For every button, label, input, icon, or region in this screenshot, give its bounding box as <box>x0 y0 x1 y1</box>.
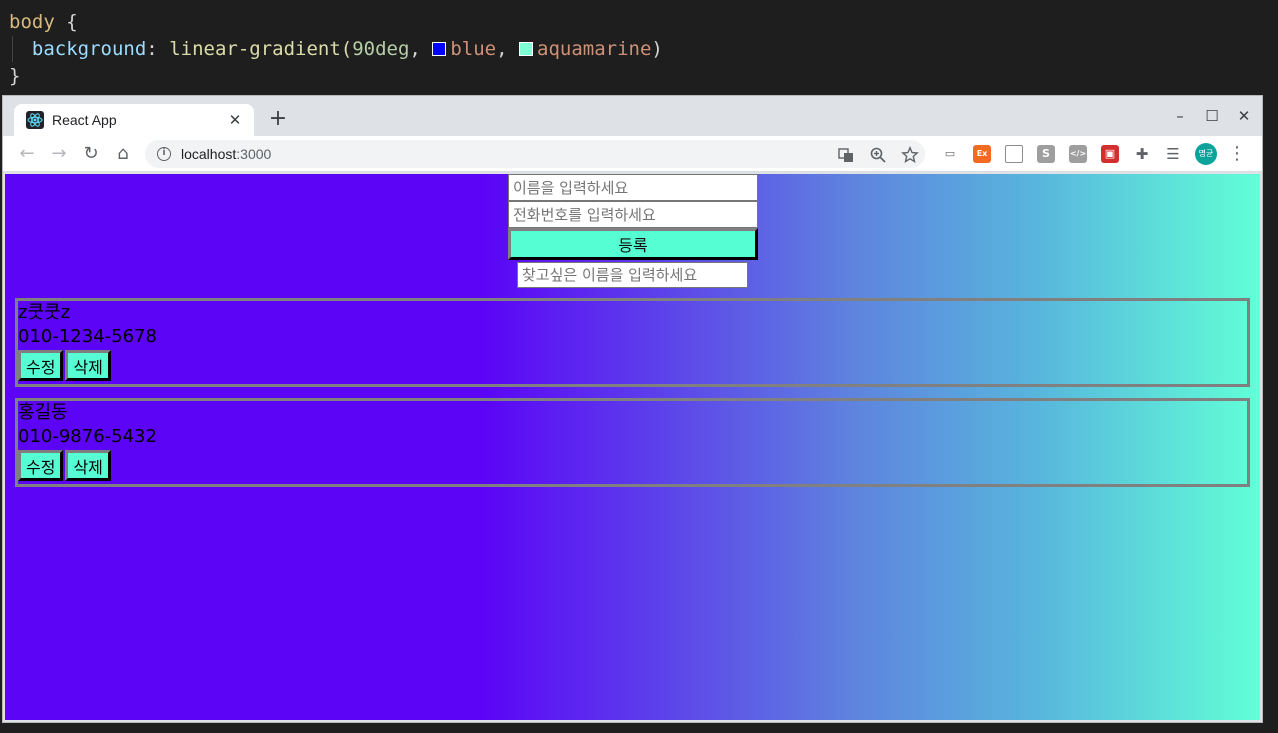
reload-icon[interactable]: ↻ <box>77 140 105 168</box>
css-function: linear-gradient( <box>169 38 353 60</box>
contact-actions: 수정 삭제 <box>18 450 1247 481</box>
color-swatch-blue[interactable] <box>432 42 447 56</box>
address-bar[interactable]: i localhost:3000 <box>145 140 925 168</box>
code-editor: body { background: linear-gradient(90deg… <box>0 0 1278 95</box>
delete-button[interactable]: 삭제 <box>65 350 111 381</box>
contact-form: 등록 <box>508 174 758 260</box>
page-viewport: 등록 z쿳쿳z 010-1234-5678 수정 삭제 홍길동 010-9876… <box>5 174 1260 720</box>
code-extension-icon[interactable]: </> <box>1069 145 1087 163</box>
url-host: localhost <box>181 146 237 162</box>
puzzle-extensions-icon[interactable]: ✚ <box>1133 145 1151 163</box>
window-extension-icon[interactable] <box>1005 145 1023 163</box>
contact-card: 홍길동 010-9876-5432 수정 삭제 <box>15 398 1250 487</box>
code-line-3: } <box>9 63 20 89</box>
home-icon[interactable]: ⌂ <box>109 140 137 168</box>
code-line-1: body { <box>9 9 78 35</box>
edit-button[interactable]: 수정 <box>18 450 64 481</box>
translate-icon[interactable] <box>837 146 855 164</box>
contact-name: 홍길동 <box>18 402 68 423</box>
css-property: background <box>31 38 147 60</box>
search-input[interactable] <box>517 262 748 288</box>
browser-window: React App ✕ + – ☐ ✕ ← → ↻ ⌂ i localhost:… <box>2 95 1263 723</box>
css-selector: body <box>9 11 55 33</box>
contact-card: z쿳쿳z 010-1234-5678 수정 삭제 <box>15 298 1250 387</box>
bookmark-star-icon[interactable] <box>901 146 919 164</box>
edit-button[interactable]: 수정 <box>18 350 64 381</box>
s-extension-icon[interactable]: S <box>1037 145 1055 163</box>
forward-icon[interactable]: → <box>45 140 73 168</box>
tab-react-app[interactable]: React App ✕ <box>14 104 254 136</box>
close-brace: } <box>9 65 21 87</box>
colon: : <box>146 38 158 60</box>
maximize-icon[interactable]: ☐ <box>1200 104 1224 128</box>
close-window-icon[interactable]: ✕ <box>1232 104 1256 128</box>
minimize-icon[interactable]: – <box>1168 104 1192 128</box>
tab-title: React App <box>52 112 117 128</box>
zoom-icon[interactable] <box>869 146 887 164</box>
url-port: :3000 <box>236 146 272 162</box>
name-input[interactable] <box>508 174 758 201</box>
profile-avatar[interactable]: 명균 <box>1195 143 1217 165</box>
site-info-icon[interactable]: i <box>157 147 171 161</box>
contact-phone: 010-1234-5678 <box>18 326 157 347</box>
contact-name: z쿳쿳z <box>18 302 71 323</box>
new-tab-button[interactable]: + <box>264 106 292 134</box>
close-paren: ) <box>651 38 663 60</box>
comma: , <box>409 38 421 60</box>
color-swatch-aquamarine[interactable] <box>519 42 533 56</box>
menu-kebab-icon[interactable]: ⋮ <box>1228 144 1246 164</box>
css-angle: 90deg <box>352 38 410 60</box>
screen-extension-icon[interactable]: ▭ <box>941 145 959 163</box>
css-color-blue: blue <box>450 38 497 60</box>
phone-input[interactable] <box>508 201 758 228</box>
ex-extension-icon[interactable]: Ex <box>973 145 991 163</box>
delete-button[interactable]: 삭제 <box>65 450 111 481</box>
contact-phone: 010-9876-5432 <box>18 426 157 447</box>
css-color-aquamarine: aquamarine <box>537 38 652 60</box>
open-brace: { <box>66 11 78 33</box>
react-logo-icon <box>26 111 44 129</box>
tab-strip: React App ✕ + – ☐ ✕ <box>3 96 1262 136</box>
reading-list-icon[interactable]: ☰ <box>1164 145 1182 163</box>
camera-extension-icon[interactable]: ▣ <box>1101 145 1119 163</box>
comma: , <box>496 38 508 60</box>
browser-toolbar: ← → ↻ ⌂ i localhost:3000 ▭ Ex S </> ▣ ✚ … <box>3 136 1262 172</box>
url-text: localhost:3000 <box>181 146 271 162</box>
contact-actions: 수정 삭제 <box>18 350 1247 381</box>
close-tab-icon[interactable]: ✕ <box>226 111 244 129</box>
register-button[interactable]: 등록 <box>508 228 758 260</box>
code-line-2: background: linear-gradient(90deg, blue,… <box>9 36 663 62</box>
back-icon[interactable]: ← <box>13 140 41 168</box>
